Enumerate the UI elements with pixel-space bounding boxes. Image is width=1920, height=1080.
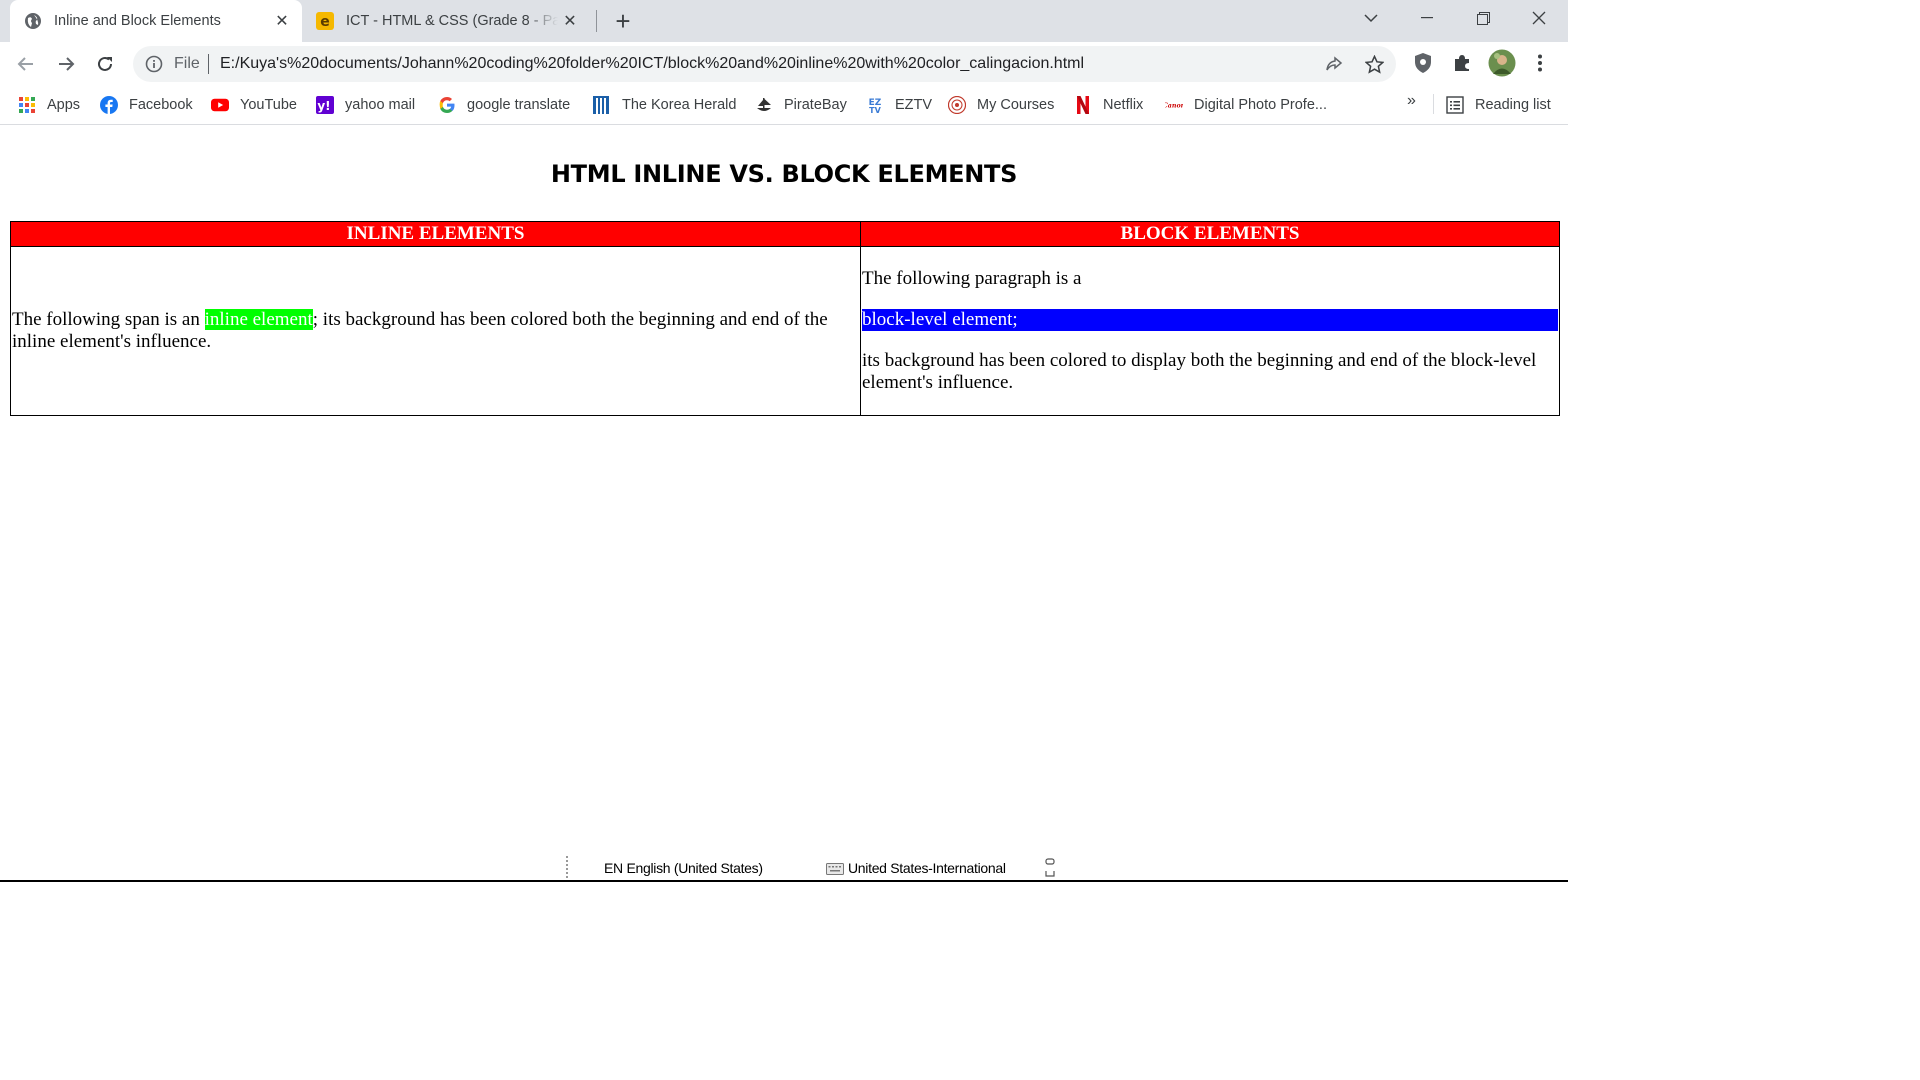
menu-kebab-icon[interactable] [1527,50,1553,76]
close-tab-icon[interactable]: ✕ [558,9,582,33]
restore-button[interactable] [1460,0,1506,36]
bookmark-yahoo-mail[interactable]: y! yahoo mail [316,94,415,116]
my-courses-icon [948,96,966,114]
block-elements-header: BLOCK ELEMENTS [860,221,1560,247]
address-divider [208,54,209,74]
bookmark-piratebay[interactable]: PirateBay [755,94,847,116]
table-header-row: INLINE ELEMENTS BLOCK ELEMENTS [10,221,1560,247]
share-icon[interactable] [1324,54,1344,74]
svg-text:y!: y! [317,99,330,113]
profile-avatar[interactable] [1488,49,1516,77]
language-bar: EN English (United States) United States… [0,852,1568,882]
bookmark-label: PirateBay [784,97,847,113]
inline-element-span: inline element [204,309,313,330]
reading-list-button[interactable]: Reading list [1446,94,1551,116]
tab-divider [596,10,597,32]
block-cell: The following paragraph is a block-level… [860,246,1560,416]
tab-ict-html-css[interactable]: e ICT - HTML & CSS (Grade 8 - Pas ✕ [306,0,590,42]
bookmark-label: YouTube [240,97,297,113]
netflix-icon [1074,96,1092,114]
tab-search-chevron-icon[interactable] [1348,0,1394,36]
bookmark-label: Facebook [129,97,193,113]
apps-grid-icon [18,96,36,114]
tab-inline-block[interactable]: Inline and Block Elements ✕ [10,0,302,42]
reading-list-label: Reading list [1475,97,1551,113]
minimize-button[interactable] [1404,0,1450,36]
canon-icon: Canon [1165,96,1183,114]
inline-text-before: The following span is an [12,309,205,330]
bookmark-label: google translate [467,97,571,113]
input-language[interactable]: EN English (United States) [604,860,763,876]
language-bar-options-icon[interactable] [1044,858,1056,883]
bookmark-youtube[interactable]: YouTube [211,94,297,116]
bookmark-korea-herald[interactable]: The Korea Herald [593,94,736,116]
extensions-puzzle-icon[interactable] [1449,50,1475,76]
tab-strip: Inline and Block Elements ✕ e ICT - HTML… [0,0,1568,42]
shield-extension-icon[interactable] [1410,50,1436,76]
svg-text:e: e [320,14,330,30]
close-tab-icon[interactable]: ✕ [270,9,294,33]
google-icon [438,96,456,114]
bookmark-digital-photo[interactable]: Canon Digital Photo Profe... [1165,94,1327,116]
site-info-icon[interactable] [145,55,163,78]
back-button[interactable] [12,50,40,78]
bookmark-label: Digital Photo Profe... [1194,97,1327,113]
eztv-icon: EZ TV [866,96,884,114]
comparison-table: INLINE ELEMENTS BLOCK ELEMENTS The follo… [10,221,1560,416]
facebook-icon [100,96,118,114]
bookmark-label: Netflix [1103,97,1144,113]
bookmark-label: Apps [47,97,81,113]
keyboard-icon [826,861,844,880]
svg-text:TV: TV [869,106,881,114]
bookmark-netflix[interactable]: Netflix [1074,94,1143,116]
bookmark-google-translate[interactable]: google translate [438,94,570,116]
reload-button[interactable] [91,50,119,78]
block-level-paragraph: block-level element; [862,309,1558,331]
inline-elements-header: INLINE ELEMENTS [10,221,861,247]
inline-cell: The following span is an inline element;… [10,246,861,416]
tab-title: Inline and Block Elements [54,13,221,29]
forward-button[interactable] [52,50,80,78]
globe-icon [24,12,42,30]
address-bar[interactable]: File E:/Kuya's%20documents/Johann%20codi… [133,46,1396,82]
yahoo-icon: y! [316,96,334,114]
url-text[interactable]: E:/Kuya's%20documents/Johann%20coding%20… [220,55,1084,73]
bookmark-label: EZTV [895,97,933,113]
bookmarks-overflow-button[interactable]: » [1407,92,1416,110]
browser-toolbar: File E:/Kuya's%20documents/Johann%20codi… [0,42,1568,86]
page-heading: HTML INLINE VS. BLOCK ELEMENTS [550,160,1018,188]
bookmarks-bar: Apps Facebook YouTube y! yahoo mail goog… [0,86,1568,125]
close-window-button[interactable] [1516,0,1562,36]
block-paragraph-outro: its background has been colored to displ… [862,350,1537,393]
bookmark-facebook[interactable]: Facebook [100,94,193,116]
bookmark-apps[interactable]: Apps [18,94,80,116]
bookmark-eztv[interactable]: EZ TV EZTV [866,94,932,116]
bookmark-label: The Korea Herald [622,97,737,113]
new-tab-button[interactable]: + [608,6,638,36]
korea-herald-icon [593,96,611,114]
block-paragraph-intro: The following paragraph is a [862,268,1082,289]
bookmark-star-icon[interactable] [1364,54,1384,74]
edmodo-icon: e [316,12,334,30]
language-bar-grip[interactable] [566,856,568,878]
bookmarks-divider [1433,94,1434,114]
scheme-label: File [174,55,200,72]
bookmark-label: My Courses [977,97,1055,113]
bookmark-label: yahoo mail [345,97,416,113]
table-row: The following span is an inline element;… [10,246,1560,416]
reading-list-icon [1446,96,1464,114]
tab-title: ICT - HTML & CSS (Grade 8 - Pas [346,13,558,29]
piratebay-icon [755,96,773,114]
keyboard-layout[interactable]: United States-International [848,860,1006,876]
youtube-icon [211,96,229,114]
svg-text:Canon: Canon [1165,103,1183,109]
bookmark-my-courses[interactable]: My Courses [948,94,1054,116]
